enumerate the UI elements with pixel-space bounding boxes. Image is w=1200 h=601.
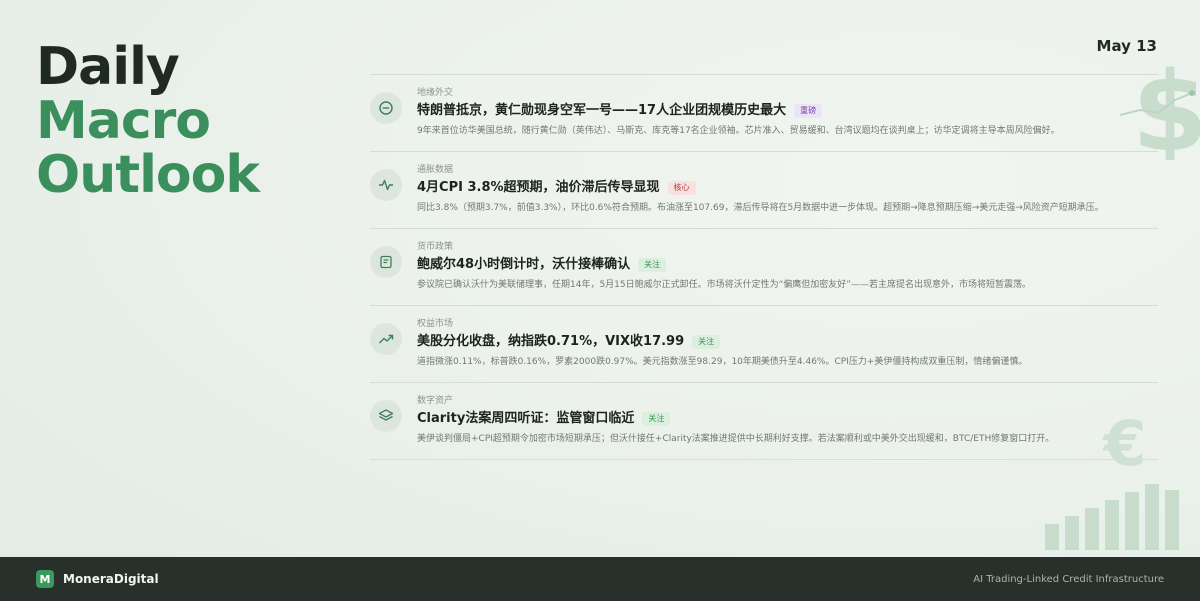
bar-chart-decoration	[1045, 484, 1179, 550]
priority-badge: 关注	[638, 258, 667, 272]
news-item[interactable]: 地缘外交 特朗普抵京，黄仁勋现身空军一号——17人企业团规模历史最大 重磅 9年…	[370, 75, 1158, 152]
news-category: 权益市场	[417, 319, 454, 329]
news-category: 通胀数据	[417, 165, 454, 175]
page-title: Daily Macro Outlook	[36, 37, 260, 205]
news-description: 参议院已确认沃什为美联储理事，任期14年，5月15日鲍威尔正式卸任。市场将沃什定…	[417, 280, 1031, 290]
title-line-outlook: Outlook	[36, 145, 260, 205]
news-category: 数字资产	[417, 396, 454, 406]
title-line-daily: Daily	[36, 37, 180, 97]
priority-badge: 关注	[692, 335, 721, 349]
news-category: 货币政策	[417, 242, 454, 252]
priority-badge: 关注	[642, 412, 671, 426]
trending-up-icon	[370, 323, 402, 355]
pulse-icon	[370, 169, 402, 201]
news-item[interactable]: 权益市场 美股分化收盘，纳指跌0.71%，VIX收17.99 关注 道指微涨0.…	[370, 306, 1158, 383]
footer-bar: M MoneraDigital AI Trading-Linked Credit…	[0, 557, 1200, 601]
priority-badge: 重磅	[794, 104, 823, 118]
news-item[interactable]: 数字资产 Clarity法案周四听证：监管窗口临近 关注 美伊谈判僵局+CPI超…	[370, 383, 1158, 460]
news-category: 地缘外交	[417, 88, 454, 98]
news-item[interactable]: 货币政策 鲍威尔48小时倒计时，沃什接棒确认 关注 参议院已确认沃什为美联储理事…	[370, 229, 1158, 306]
news-headline: Clarity法案周四听证：监管窗口临近	[417, 411, 635, 426]
document-icon	[370, 246, 402, 278]
news-headline: 特朗普抵京，黄仁勋现身空军一号——17人企业团规模历史最大	[417, 103, 787, 118]
brand[interactable]: M MoneraDigital	[36, 570, 159, 588]
brand-name: MoneraDigital	[63, 572, 159, 586]
title-line-macro: Macro	[36, 91, 211, 151]
date-label: May 13	[1096, 37, 1157, 55]
news-description: 同比3.8%（预期3.7%，前值3.3%），环比0.6%符合预期。布油涨至107…	[417, 203, 1104, 213]
news-item[interactable]: 通胀数据 4月CPI 3.8%超预期，油价滞后传导显现 核心 同比3.8%（预期…	[370, 152, 1158, 229]
news-description: 道指微涨0.11%，标普跌0.16%，罗素2000跌0.97%。美元指数涨至98…	[417, 357, 1028, 367]
news-headline: 鲍威尔48小时倒计时，沃什接棒确认	[417, 257, 631, 272]
news-headline: 4月CPI 3.8%超预期，油价滞后传导显现	[417, 180, 660, 195]
news-headline: 美股分化收盘，纳指跌0.71%，VIX收17.99	[417, 334, 685, 349]
minus-circle-icon	[370, 92, 402, 124]
priority-badge: 核心	[667, 181, 696, 195]
news-description: 9年来首位访华美国总统，随行黄仁勋（英伟达）、马斯克、库克等17名企业领袖。芯片…	[417, 126, 1060, 136]
brand-logo-icon: M	[36, 570, 54, 588]
footer-tagline: AI Trading-Linked Credit Infrastructure	[973, 573, 1164, 585]
layers-icon	[370, 400, 402, 432]
news-description: 美伊谈判僵局+CPI超预期令加密市场短期承压；但沃什接任+Clarity法案推进…	[417, 434, 1055, 444]
news-feed: 地缘外交 特朗普抵京，黄仁勋现身空军一号——17人企业团规模历史最大 重磅 9年…	[370, 74, 1158, 460]
